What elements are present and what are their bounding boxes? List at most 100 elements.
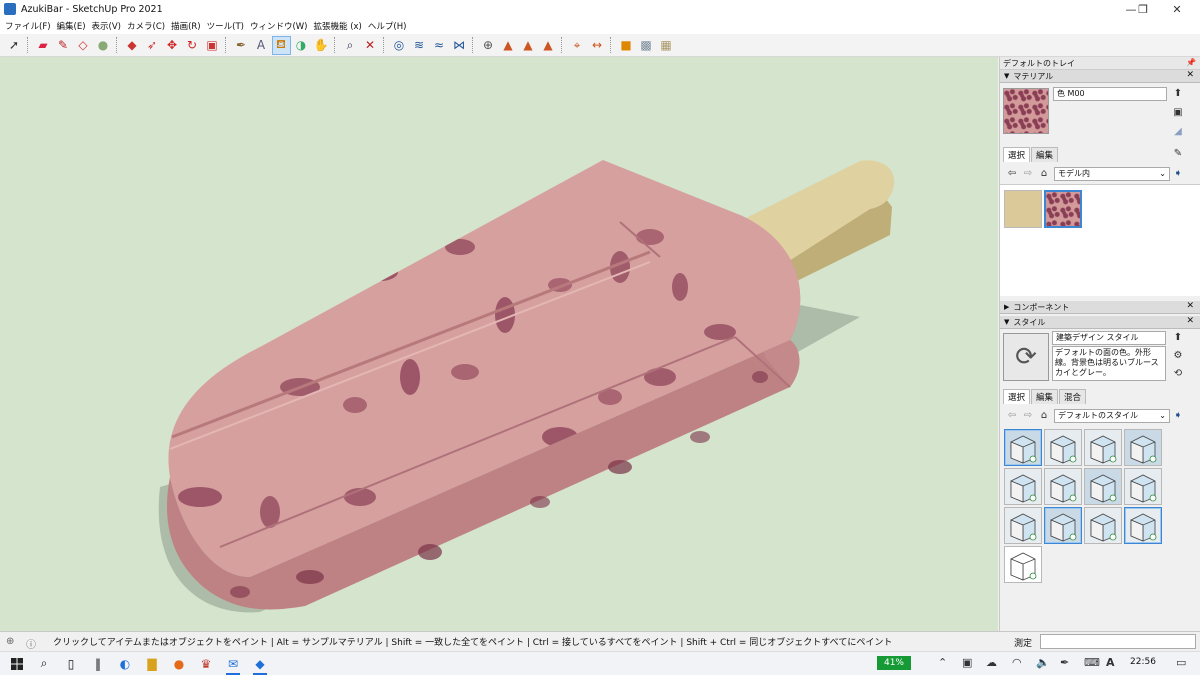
menu-window[interactable]: ウィンドウ(W) — [247, 20, 311, 32]
components-header[interactable]: ▶ コンポーネント ✕ — [1000, 301, 1200, 314]
style-thumbnail[interactable] — [1124, 507, 1162, 544]
geo-location-icon[interactable]: ⊕ — [479, 36, 498, 55]
tape-measure-icon[interactable]: ✒ — [232, 36, 251, 55]
task-view-icon[interactable]: ▯ — [60, 654, 82, 674]
edge-icon[interactable]: ◐ — [114, 654, 136, 674]
meet-icon[interactable]: ▣ — [962, 656, 972, 669]
menu-view[interactable]: 表示(V) — [89, 20, 124, 32]
details-arrow-icon[interactable]: ➧ — [1172, 409, 1184, 421]
style-thumbnail[interactable] — [1084, 468, 1122, 505]
sandbox-drape-icon[interactable]: ▲ — [539, 36, 558, 55]
follow-me-icon[interactable]: ➶ — [143, 36, 162, 55]
circle-icon[interactable]: ● — [94, 36, 113, 55]
styles-header[interactable]: ▼ スタイル ✕ — [1000, 316, 1200, 329]
section-plane-icon[interactable]: ◎ — [390, 36, 409, 55]
menu-help[interactable]: ヘルプ(H) — [365, 20, 410, 32]
mail-icon[interactable]: ✉ — [222, 654, 244, 675]
update-style-icon[interactable]: ⚙ — [1172, 349, 1184, 361]
forward-arrow-icon[interactable]: ⇨ — [1022, 409, 1034, 421]
style-thumbnail[interactable] — [1124, 468, 1162, 505]
section-fill-icon[interactable]: ≋ — [410, 36, 429, 55]
style-thumbnail[interactable] — [1084, 507, 1122, 544]
model-viewport[interactable] — [0, 57, 998, 631]
move-icon[interactable]: ✥ — [163, 36, 182, 55]
push-pull-icon[interactable]: ◆ — [123, 36, 142, 55]
home-icon[interactable]: ⌂ — [1038, 409, 1050, 421]
extension-warehouse-icon[interactable]: ▩ — [637, 36, 656, 55]
style-thumbnail[interactable] — [1044, 507, 1082, 544]
paint-bucket-icon[interactable]: ⛾ — [271, 35, 291, 55]
rotate-icon[interactable]: ↻ — [183, 36, 202, 55]
style-description[interactable]: デフォルトの面の色。外形線。背景色は明るいブルースカイとグレー。 — [1052, 346, 1166, 381]
style-thumbnail[interactable] — [1124, 429, 1162, 466]
details-arrow-icon[interactable]: ➧ — [1172, 167, 1184, 179]
tab-style-edit[interactable]: 編集 — [1031, 389, 1059, 404]
style-thumbnail[interactable] — [1004, 468, 1042, 505]
swatch-azuki-material[interactable] — [1044, 190, 1082, 228]
select-icon[interactable]: ➚ — [5, 36, 24, 55]
material-name-field[interactable]: 色 M00 — [1053, 87, 1167, 101]
back-arrow-icon[interactable]: ⇦ — [1006, 167, 1018, 179]
zoom-icon[interactable]: ⌕ — [341, 36, 360, 55]
style-thumbnail[interactable] — [1044, 429, 1082, 466]
search-icon[interactable]: ⌕ — [33, 654, 55, 674]
tab-style-select[interactable]: 選択 — [1003, 389, 1031, 404]
style-collection-select[interactable]: デフォルトのスタイル ⌄ — [1054, 409, 1170, 423]
axes-icon[interactable]: ⌖ — [568, 36, 587, 55]
create-style-icon[interactable]: ⬆ — [1172, 331, 1184, 343]
style-thumbnail[interactable] — [1084, 429, 1122, 466]
sync-style-icon[interactable]: ⟲ — [1172, 367, 1184, 379]
notification-icon[interactable]: ▭ — [1176, 656, 1186, 669]
walk-icon[interactable]: ⋈ — [450, 36, 469, 55]
pen-icon[interactable]: ✒ — [1060, 656, 1069, 669]
tab-material-select[interactable]: 選択 — [1003, 147, 1031, 162]
windows-start-icon[interactable] — [6, 654, 28, 674]
materials-header[interactable]: ▼ マテリアル ✕ — [1000, 70, 1200, 83]
text-icon[interactable]: A — [252, 36, 271, 55]
keyboard-icon[interactable]: ⌨ — [1084, 656, 1100, 669]
menu-extensions[interactable]: 拡張機能 (x) — [311, 20, 365, 32]
app-badge-icon[interactable]: ♛ — [195, 654, 217, 674]
layout-icon[interactable]: ▦ — [657, 36, 676, 55]
sandbox-icon[interactable]: ▲ — [499, 36, 518, 55]
measurement-input[interactable] — [1040, 634, 1196, 649]
eyedropper-icon[interactable]: ✎ — [1172, 147, 1184, 159]
forward-arrow-icon[interactable]: ⇨ — [1022, 167, 1034, 179]
file-explorer-icon[interactable]: ▇ — [141, 654, 163, 674]
chevron-up-icon[interactable]: ⌃ — [938, 656, 947, 669]
default-material-icon[interactable]: ▣ — [1172, 106, 1184, 118]
menu-file[interactable]: ファイル(F) — [2, 20, 54, 32]
style-name-field[interactable]: 建築デザイン スタイル — [1052, 331, 1166, 345]
eraser-icon[interactable]: ▰ — [34, 36, 53, 55]
style-thumbnail[interactable] — [1004, 429, 1042, 466]
ime-icon[interactable]: A — [1106, 656, 1115, 669]
sample-paint-icon[interactable]: ◢ — [1172, 125, 1184, 137]
info-icon[interactable]: ⓘ — [26, 636, 36, 651]
style-thumbnail[interactable] — [1004, 546, 1042, 583]
create-material-icon[interactable]: ⬆ — [1172, 87, 1184, 99]
geo-location-status-icon[interactable]: ⊕ — [6, 636, 14, 647]
close-section-icon[interactable]: ✕ — [1186, 70, 1194, 80]
section-display-icon[interactable]: ≈ — [430, 36, 449, 55]
close-button[interactable]: ✕ — [1154, 0, 1200, 18]
collection-select[interactable]: モデル内 ⌄ — [1054, 167, 1170, 181]
sketchup-taskbar-icon[interactable]: ◆ — [249, 654, 271, 675]
warehouse-icon[interactable]: ■ — [617, 36, 636, 55]
menu-edit[interactable]: 編集(E) — [54, 20, 89, 32]
shape-icon[interactable]: ◇ — [74, 36, 93, 55]
style-refresh-icon[interactable]: ⟳ — [1003, 333, 1049, 381]
battery-indicator[interactable]: 41% — [877, 656, 911, 670]
tab-material-edit[interactable]: 編集 — [1031, 147, 1059, 162]
swatch-stick-material[interactable] — [1004, 190, 1042, 228]
zoom-extents-icon[interactable]: ✕ — [361, 36, 380, 55]
volume-icon[interactable]: 🔈 — [1036, 656, 1050, 669]
dimension-icon[interactable]: ↔ — [588, 36, 607, 55]
onedrive-icon[interactable]: ☁ — [986, 656, 997, 669]
home-icon[interactable]: ⌂ — [1038, 167, 1050, 179]
clock[interactable]: 22:56 — [1130, 657, 1156, 667]
pin-icon[interactable]: 📌 — [1186, 58, 1196, 67]
back-arrow-icon[interactable]: ⇦ — [1006, 409, 1018, 421]
pencil-icon[interactable]: ✎ — [54, 36, 73, 55]
scale-icon[interactable]: ▣ — [203, 36, 222, 55]
current-material-swatch[interactable] — [1003, 88, 1049, 134]
